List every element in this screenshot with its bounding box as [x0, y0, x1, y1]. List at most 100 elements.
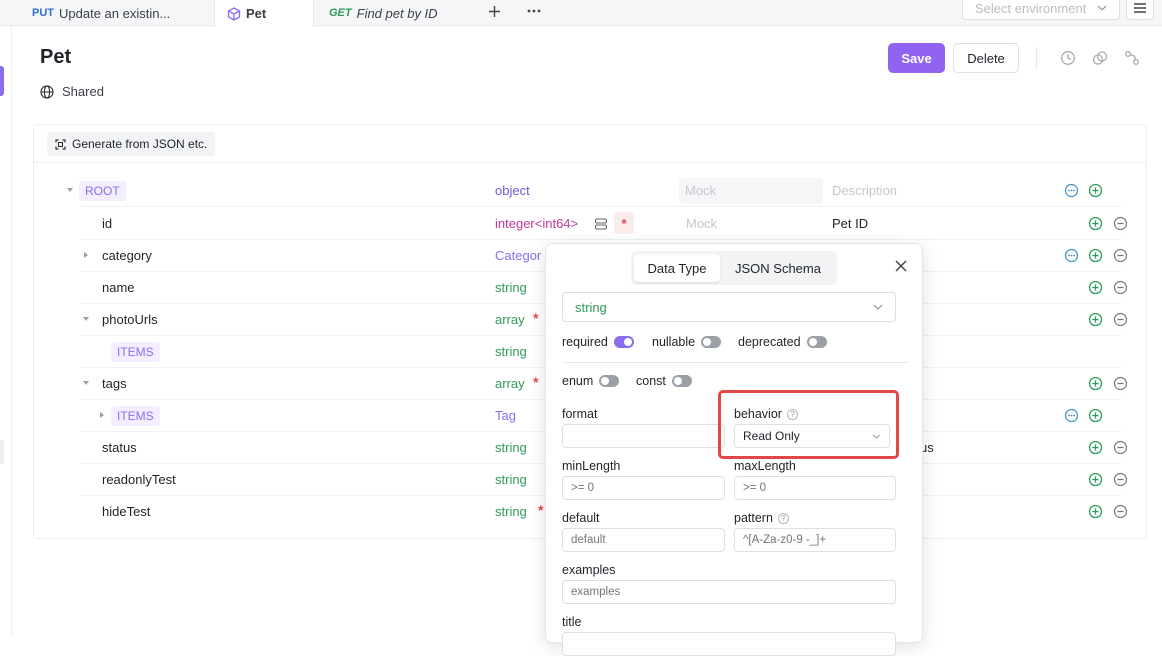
add-field-icon[interactable]	[1088, 312, 1103, 327]
remove-field-icon[interactable]	[1113, 248, 1128, 263]
delete-button[interactable]: Delete	[953, 43, 1019, 73]
remove-field-icon[interactable]	[1113, 312, 1128, 327]
more-options-icon[interactable]	[1064, 248, 1079, 263]
more-options-icon[interactable]	[1064, 183, 1079, 198]
title-input[interactable]	[562, 632, 896, 656]
visibility-label: Shared	[62, 84, 104, 99]
help-icon[interactable]: ?	[777, 512, 789, 524]
expand-caret-icon[interactable]	[100, 412, 104, 418]
field-name[interactable]: hideTest	[102, 504, 150, 519]
add-field-icon[interactable]	[1088, 472, 1103, 487]
add-field-icon[interactable]	[1088, 183, 1103, 198]
required-marker: *	[533, 374, 539, 390]
required-toggle[interactable]: required	[562, 335, 634, 349]
field-type[interactable]: object	[495, 183, 530, 198]
required-marker[interactable]: *	[614, 212, 634, 234]
tab-find-pet[interactable]: GET Find pet by ID	[329, 0, 438, 26]
add-field-icon[interactable]	[1088, 440, 1103, 455]
save-button[interactable]: Save	[888, 43, 945, 73]
add-field-icon[interactable]	[1088, 216, 1103, 231]
clone-button[interactable]	[1091, 49, 1109, 67]
field-type[interactable]: array	[495, 376, 525, 391]
field-type[interactable]: integer<int64>	[495, 216, 578, 231]
add-field-icon[interactable]	[1088, 504, 1103, 519]
const-toggle[interactable]: const	[636, 374, 692, 388]
remove-field-icon[interactable]	[1113, 440, 1128, 455]
default-input[interactable]	[562, 528, 725, 552]
remove-field-icon[interactable]	[1113, 280, 1128, 295]
toggle-switch[interactable]	[671, 375, 692, 387]
plus-icon	[488, 5, 500, 17]
method-badge: GET	[329, 7, 352, 19]
description-input[interactable]: Pet ID	[832, 216, 868, 231]
remove-field-icon[interactable]	[1113, 472, 1128, 487]
toggle-switch[interactable]	[613, 336, 634, 348]
description-input[interactable]: Description	[832, 183, 897, 198]
field-type[interactable]: Categor	[495, 248, 541, 263]
field-type[interactable]: string	[495, 440, 527, 455]
nullable-toggle[interactable]: nullable	[652, 335, 722, 349]
environment-select[interactable]: Select environment	[962, 0, 1120, 20]
more-tabs-button[interactable]	[524, 2, 544, 20]
examples-input[interactable]	[562, 580, 896, 604]
field-type[interactable]: Tag	[495, 408, 516, 423]
history-button[interactable]	[1059, 49, 1077, 67]
add-tab-button[interactable]	[485, 2, 503, 20]
tab-pet[interactable]: Pet	[214, 0, 314, 27]
environment-menu-button[interactable]	[1126, 0, 1154, 20]
add-field-icon[interactable]	[1088, 248, 1103, 263]
pattern-input[interactable]	[734, 528, 896, 552]
field-type[interactable]: string	[495, 280, 527, 295]
schema-row-id[interactable]: id integer<int64> * Mock Pet ID	[34, 208, 1146, 240]
generate-from-json-button[interactable]: Generate from JSON etc.	[47, 132, 216, 156]
remove-field-icon[interactable]	[1113, 216, 1128, 231]
visibility-indicator[interactable]: Shared	[40, 84, 104, 99]
field-name[interactable]: category	[102, 248, 152, 263]
tab-update-pet[interactable]: PUT Update an existin...	[32, 0, 170, 26]
more-options-icon[interactable]	[1064, 408, 1079, 423]
items-chip: ITEMS	[111, 342, 160, 362]
mock-input[interactable]: Mock	[686, 216, 717, 231]
add-field-icon[interactable]	[1088, 408, 1103, 423]
field-type[interactable]: string	[495, 504, 527, 519]
data-type-value: string	[575, 299, 607, 315]
field-type[interactable]: string	[495, 344, 527, 359]
toggle-switch[interactable]	[701, 336, 722, 348]
collapse-caret-icon[interactable]	[67, 188, 73, 192]
references-button[interactable]	[1123, 49, 1141, 67]
minlength-input[interactable]	[562, 476, 725, 500]
page-title: Pet	[40, 46, 72, 68]
maxlength-input[interactable]	[734, 476, 896, 500]
tab-label: Find pet by ID	[356, 5, 438, 21]
toggle-switch[interactable]	[599, 375, 620, 387]
collapse-caret-icon[interactable]	[83, 317, 89, 321]
left-rail	[0, 26, 12, 637]
format-input[interactable]	[562, 424, 725, 448]
rail-marker	[0, 440, 4, 464]
remove-field-icon[interactable]	[1113, 504, 1128, 519]
schema-row-root[interactable]: ROOT object Mock Description	[34, 175, 1146, 207]
field-name[interactable]: name	[102, 280, 135, 295]
toggle-switch[interactable]	[806, 336, 827, 348]
field-type[interactable]: array	[495, 312, 525, 327]
close-icon[interactable]	[892, 257, 910, 275]
field-type[interactable]: string	[495, 472, 527, 487]
expand-caret-icon[interactable]	[84, 252, 88, 258]
add-field-icon[interactable]	[1088, 376, 1103, 391]
collapse-caret-icon[interactable]	[83, 381, 89, 385]
type-settings-icon[interactable]	[594, 217, 608, 231]
field-name[interactable]: tags	[102, 376, 127, 391]
tab-json-schema[interactable]: JSON Schema	[723, 254, 833, 282]
data-type-select[interactable]: string	[562, 292, 896, 322]
deprecated-toggle[interactable]: deprecated	[738, 335, 827, 349]
field-name[interactable]: id	[102, 216, 112, 231]
field-name[interactable]: status	[102, 440, 137, 455]
tab-data-type[interactable]: Data Type	[634, 254, 720, 282]
field-name[interactable]: readonlyTest	[102, 472, 176, 487]
add-field-icon[interactable]	[1088, 280, 1103, 295]
enum-toggle[interactable]: enum	[562, 374, 620, 388]
mock-input[interactable]: Mock	[679, 178, 823, 204]
remove-field-icon[interactable]	[1113, 376, 1128, 391]
required-marker: *	[533, 310, 539, 326]
field-name[interactable]: photoUrls	[102, 312, 158, 327]
